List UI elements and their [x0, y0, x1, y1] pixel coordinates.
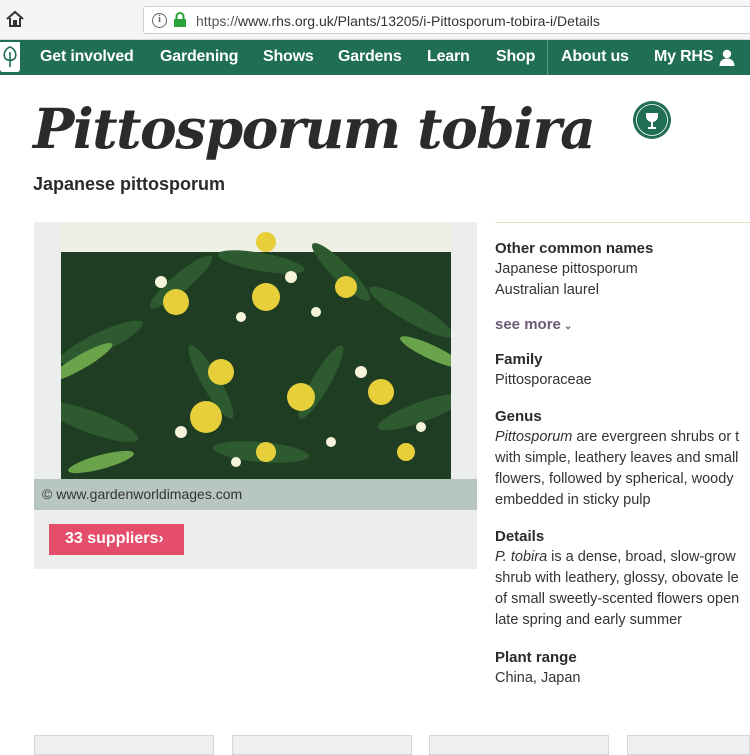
genus-name: Pittosporum: [495, 429, 573, 445]
browser-toolbar: i https://www.rhs.org.uk/Plants/13205/i-…: [0, 0, 750, 40]
nav-gardening[interactable]: Gardening: [160, 48, 238, 66]
species-name: P. tobira: [495, 549, 548, 565]
genus-line-4: embedded in sticky pulp: [495, 492, 651, 508]
details-line-3: of small sweetly-scented flowers open: [495, 591, 740, 607]
details-text-1: is a dense, broad, slow-grow: [547, 549, 736, 565]
other-name-1: Japanese pittosporum: [495, 261, 638, 277]
info-icon[interactable]: i: [152, 13, 167, 28]
details-line-4: late spring and early summer: [495, 612, 682, 628]
suppliers-button[interactable]: 33 suppliers›: [49, 524, 184, 555]
nav-gardens[interactable]: Gardens: [338, 48, 402, 66]
see-more-label: see more: [495, 316, 561, 333]
genus-line-2: with simple, leathery leaves and small: [495, 450, 739, 466]
nav-shows[interactable]: Shows: [263, 48, 314, 66]
nav-about-us[interactable]: About us: [561, 48, 629, 66]
plant-range-value: China, Japan: [495, 670, 581, 686]
other-names-heading: Other common names: [495, 240, 654, 257]
genus-line-1: Pittosporum are evergreen shrubs or t: [495, 429, 739, 445]
other-name-2: Australian laurel: [495, 282, 599, 298]
nav-divider: [547, 40, 548, 75]
details-line-2: shrub with leathery, glossy, obovate le: [495, 570, 739, 586]
genus-line-3: flowers, followed by spherical, woody: [495, 471, 734, 487]
family-heading: Family: [495, 351, 543, 368]
details-line-1: P. tobira is a dense, broad, slow-grow: [495, 549, 736, 565]
award-of-garden-merit-icon: [633, 101, 671, 139]
user-icon[interactable]: [719, 49, 735, 66]
common-name: Japanese pittosporum: [33, 174, 226, 194]
image-credit: © www.gardenworldimages.com: [42, 486, 243, 502]
details-divider: [495, 222, 750, 223]
url-text: https://www.rhs.org.uk/Plants/13205/i-Pi…: [196, 13, 600, 29]
chevron-down-icon: ⌄: [563, 321, 573, 332]
rhs-logo[interactable]: [0, 42, 20, 72]
see-more-link[interactable]: see more ⌄: [495, 316, 572, 333]
plant-range-heading: Plant range: [495, 649, 577, 666]
lock-icon: [174, 12, 186, 27]
genus-heading: Genus: [495, 408, 542, 425]
main-navigation: Get involved Gardening Shows Gardens Lea…: [0, 40, 750, 75]
address-bar[interactable]: i https://www.rhs.org.uk/Plants/13205/i-…: [143, 6, 750, 34]
bottom-tab-1[interactable]: [34, 735, 214, 755]
family-value: Pittosporaceae: [495, 372, 592, 388]
bottom-tab-3[interactable]: [429, 735, 609, 755]
url-path: www.rhs.org.uk/Plants/13205/i-Pittosporu…: [238, 13, 600, 29]
bottom-tab-2[interactable]: [232, 735, 412, 755]
nav-get-involved[interactable]: Get involved: [40, 48, 134, 66]
image-credit-bar: © www.gardenworldimages.com: [34, 479, 477, 510]
genus-text-1: are evergreen shrubs or t: [572, 429, 740, 445]
nav-learn[interactable]: Learn: [427, 48, 470, 66]
nav-my-rhs[interactable]: My RHS: [654, 48, 713, 66]
page-title: Pittosporum tobira: [33, 96, 596, 161]
bottom-tab-4[interactable]: [627, 735, 750, 755]
plant-image-card: © www.gardenworldimages.com 33 suppliers…: [34, 222, 477, 569]
details-heading: Details: [495, 528, 545, 545]
home-icon[interactable]: [4, 8, 26, 30]
nav-shop[interactable]: Shop: [496, 48, 535, 66]
plant-photo[interactable]: [61, 222, 451, 479]
url-scheme: https://: [196, 13, 239, 29]
